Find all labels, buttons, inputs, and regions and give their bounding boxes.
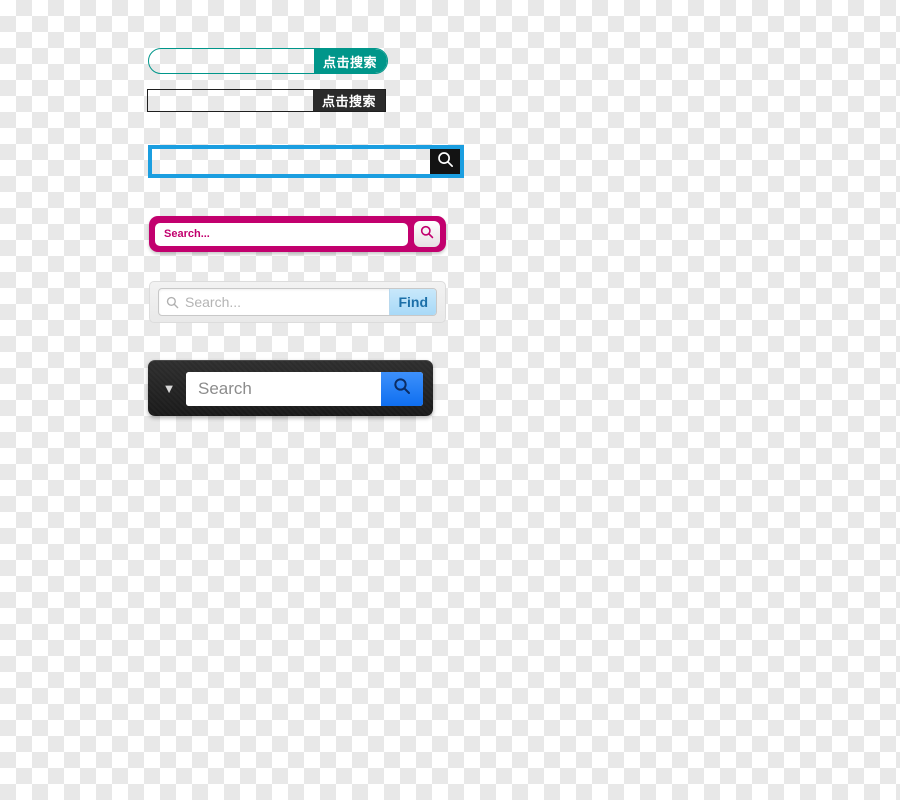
search-button[interactable] [414, 221, 440, 247]
search-button[interactable]: 点击搜索 [313, 49, 387, 73]
teal-pill-search-bar: 点击搜索 [148, 48, 388, 74]
search-input[interactable] [149, 49, 314, 73]
black-blue-search-bar: ▼ [148, 360, 433, 416]
magenta-rounded-search-bar [149, 216, 446, 252]
chevron-down-icon[interactable]: ▼ [158, 381, 180, 396]
search-field-wrapper [186, 371, 423, 406]
search-input[interactable] [148, 90, 313, 111]
search-icon [436, 150, 455, 174]
blue-outline-search-bar [148, 145, 464, 178]
search-input[interactable] [152, 149, 430, 174]
search-input[interactable] [155, 222, 408, 246]
search-input[interactable] [186, 371, 381, 406]
gray-find-search-bar: Find [149, 281, 446, 323]
search-bar-gallery: 点击搜索 点击搜索 Search... Search... Find ▼ Sea… [0, 0, 900, 800]
search-icon [159, 289, 185, 315]
search-button[interactable] [430, 149, 460, 174]
find-button[interactable]: Find [389, 289, 436, 315]
dark-square-search-bar: 点击搜索 [147, 89, 386, 112]
search-button[interactable]: 点击搜索 [312, 90, 385, 111]
search-button[interactable] [381, 371, 423, 406]
search-field-wrapper: Find [158, 288, 437, 316]
search-input[interactable] [185, 289, 390, 315]
search-icon [392, 376, 412, 401]
search-icon [419, 224, 435, 245]
